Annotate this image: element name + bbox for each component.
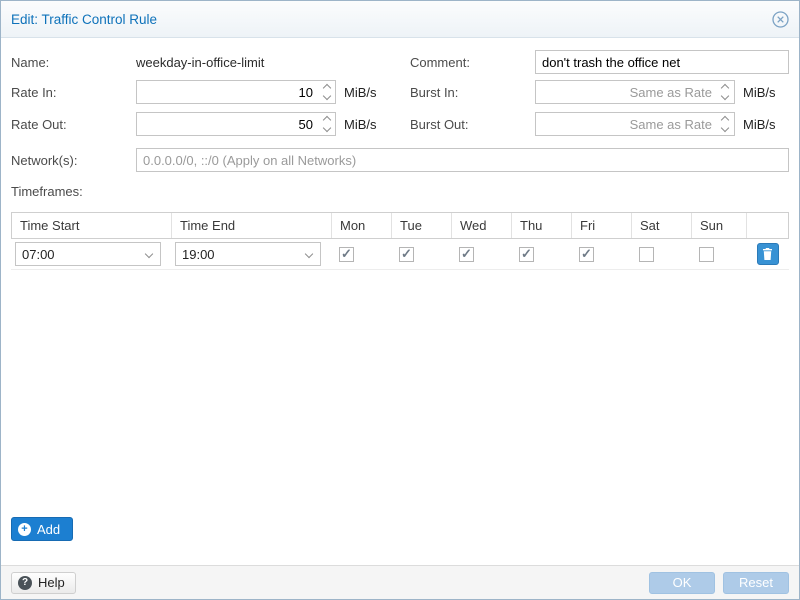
checkbox-mon[interactable] [339, 247, 354, 262]
column-header-actions [747, 213, 788, 238]
checkbox-fri[interactable] [579, 247, 594, 262]
reset-button[interactable]: Reset [723, 572, 789, 594]
comment-input[interactable] [535, 50, 789, 74]
burst-out-field [535, 112, 735, 136]
chevron-down-icon [145, 250, 153, 258]
spinner-up-icon[interactable] [721, 116, 729, 124]
burst-out-spinner[interactable] [717, 113, 734, 135]
burst-out-unit: MiB/s [743, 117, 776, 132]
column-header-fri[interactable]: Fri [572, 213, 632, 238]
column-header-tue[interactable]: Tue [392, 213, 452, 238]
timeframes-grid: Time Start Time End Mon Tue Wed Thu Fri … [11, 212, 789, 541]
ok-button[interactable]: OK [649, 572, 715, 594]
comment-field-group: Comment: [400, 50, 789, 74]
column-header-sat[interactable]: Sat [632, 213, 692, 238]
column-header-wed[interactable]: Wed [452, 213, 512, 238]
help-button[interactable]: Help [11, 572, 76, 594]
burst-in-spinner[interactable] [717, 81, 734, 103]
grid-header: Time Start Time End Mon Tue Wed Thu Fri … [11, 212, 789, 239]
burst-out-input[interactable] [535, 112, 735, 136]
spinner-down-icon[interactable] [721, 124, 729, 132]
burst-in-field [535, 80, 735, 104]
add-button[interactable]: Add [11, 517, 73, 541]
rate-in-field [136, 80, 336, 104]
column-header-mon[interactable]: Mon [332, 213, 392, 238]
checkbox-thu[interactable] [519, 247, 534, 262]
name-label: Name: [11, 55, 136, 70]
burst-out-field-group: Burst Out: MiB/s [400, 112, 789, 136]
networks-label: Network(s): [11, 153, 136, 168]
rate-in-unit: MiB/s [344, 85, 377, 100]
checkbox-sat[interactable] [639, 247, 654, 262]
burst-out-label: Burst Out: [410, 117, 535, 132]
time-start-combo[interactable]: 07:00 [15, 242, 161, 266]
column-header-time-end[interactable]: Time End [172, 213, 332, 238]
rate-in-spinner[interactable] [318, 81, 335, 103]
rate-in-input[interactable] [136, 80, 336, 104]
grid-empty-area [11, 270, 789, 509]
sat-cell [631, 247, 691, 262]
chevron-down-icon [305, 250, 313, 258]
question-circle-icon [18, 576, 32, 590]
time-end-cell: 19:00 [171, 242, 331, 266]
burst-in-input[interactable] [535, 80, 735, 104]
checkbox-sun[interactable] [699, 247, 714, 262]
name-value: weekday-in-office-limit [136, 55, 264, 70]
spinner-down-icon[interactable] [721, 92, 729, 100]
delete-row-button[interactable] [757, 243, 779, 265]
close-icon[interactable] [771, 10, 789, 28]
networks-input[interactable] [136, 148, 789, 172]
edit-traffic-control-rule-dialog: Edit: Traffic Control Rule Name: weekday… [0, 0, 800, 600]
rate-out-field-group: Rate Out: MiB/s [11, 112, 400, 136]
rate-out-field [136, 112, 336, 136]
rate-out-label: Rate Out: [11, 117, 136, 132]
dialog-footer: Help OK Reset [1, 565, 799, 599]
tue-cell [391, 247, 451, 262]
spinner-down-icon[interactable] [322, 92, 330, 100]
checkbox-wed[interactable] [459, 247, 474, 262]
rate-out-input[interactable] [136, 112, 336, 136]
time-start-cell: 07:00 [11, 242, 171, 266]
row-rate-out: Rate Out: MiB/s Burst Out: [11, 112, 789, 136]
timeframe-row: 07:00 19:00 [11, 239, 789, 270]
time-start-value: 07:00 [22, 247, 55, 262]
time-end-value: 19:00 [182, 247, 215, 262]
thu-cell [511, 247, 571, 262]
burst-in-label: Burst In: [410, 85, 535, 100]
spinner-down-icon[interactable] [322, 124, 330, 132]
rate-in-label: Rate In: [11, 85, 136, 100]
name-field-group: Name: weekday-in-office-limit [11, 55, 400, 70]
time-end-combo[interactable]: 19:00 [175, 242, 321, 266]
sun-cell [691, 247, 746, 262]
mon-cell [331, 247, 391, 262]
dialog-titlebar: Edit: Traffic Control Rule [1, 1, 799, 38]
comment-label: Comment: [410, 55, 535, 70]
add-button-label: Add [37, 522, 60, 537]
rate-in-field-group: Rate In: MiB/s [11, 80, 400, 104]
dialog-title: Edit: Traffic Control Rule [11, 12, 157, 27]
column-header-time-start[interactable]: Time Start [12, 213, 172, 238]
dialog-body: Name: weekday-in-office-limit Comment: R… [1, 38, 799, 565]
row-networks: Network(s): [11, 148, 789, 172]
burst-in-field-group: Burst In: MiB/s [400, 80, 789, 104]
spinner-up-icon[interactable] [721, 84, 729, 92]
row-rate-in: Rate In: MiB/s Burst In: [11, 80, 789, 104]
rate-out-unit: MiB/s [344, 117, 377, 132]
burst-in-unit: MiB/s [743, 85, 776, 100]
column-header-sun[interactable]: Sun [692, 213, 747, 238]
actions-cell [746, 243, 789, 265]
wed-cell [451, 247, 511, 262]
row-name-comment: Name: weekday-in-office-limit Comment: [11, 50, 789, 74]
timeframes-label: Timeframes: [11, 184, 789, 200]
help-button-label: Help [38, 575, 65, 590]
trash-icon [762, 248, 773, 260]
checkbox-tue[interactable] [399, 247, 414, 262]
fri-cell [571, 247, 631, 262]
rate-out-spinner[interactable] [318, 113, 335, 135]
plus-icon [18, 523, 31, 536]
column-header-thu[interactable]: Thu [512, 213, 572, 238]
